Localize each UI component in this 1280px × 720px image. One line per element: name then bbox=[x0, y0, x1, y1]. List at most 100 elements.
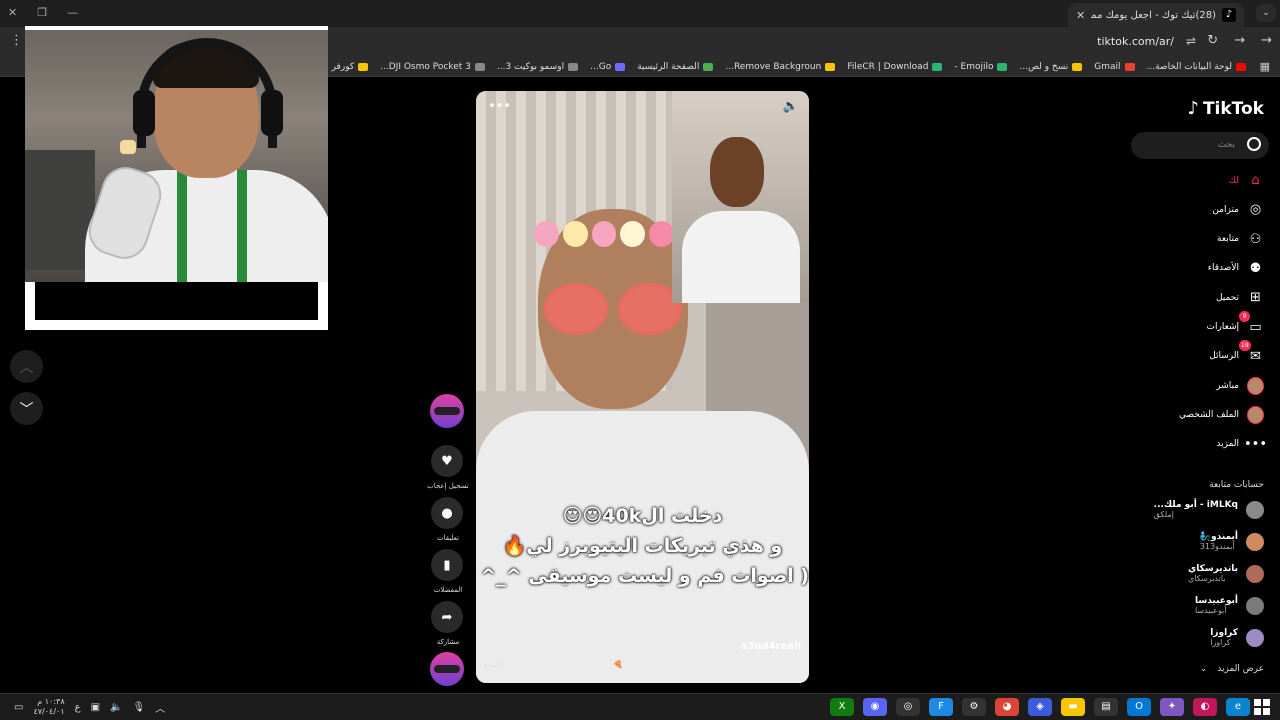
avatar bbox=[1246, 596, 1264, 615]
sidebar-item-upload[interactable]: ⊞ تحميل bbox=[1216, 289, 1264, 306]
address-bar[interactable]: tiktok.com/ar/ bbox=[1097, 35, 1174, 48]
share-label: مشاركة bbox=[436, 638, 460, 646]
sidebar-item-compass[interactable]: ◎ متزامن bbox=[1212, 201, 1264, 218]
bookmark-favicon-icon bbox=[1124, 62, 1135, 71]
store-icon[interactable]: ▤ bbox=[1094, 698, 1118, 716]
see-more-button[interactable]: عرض المزيد ⌄ bbox=[1200, 664, 1264, 674]
bookmark-favicon-icon bbox=[568, 62, 579, 71]
close-window-icon[interactable]: ✕ bbox=[8, 6, 17, 19]
video-player[interactable]: ••• 🔈 دخلت ال40k😍😍 و هذي تبريكات اليتيوب… bbox=[476, 91, 809, 683]
outlook-icon[interactable]: O bbox=[1127, 698, 1151, 716]
previous-video-button[interactable]: ︿ bbox=[10, 350, 43, 383]
volume-icon[interactable]: 🔈 bbox=[110, 702, 122, 713]
sidebar-item-inbox[interactable]: ▭ 9 إشعارات bbox=[1207, 310, 1264, 336]
obs-icon[interactable]: ◎ bbox=[896, 698, 920, 716]
browser-tab-bar: ✕ ❐ — + ♪ (28)تيك توك - اجعل يومك مميزا!… bbox=[0, 0, 1280, 27]
tray-chevron-icon[interactable]: ︿ bbox=[155, 700, 165, 715]
sidebar-item-live[interactable]: مباشر bbox=[1216, 376, 1264, 395]
description-more-link[interactable]: المزيد bbox=[483, 660, 503, 669]
following-account[interactable]: باتديرسكاي باتديرسكاي bbox=[1188, 564, 1264, 583]
sidebar-item-user-plus[interactable]: ⚇ متابعة bbox=[1217, 231, 1264, 248]
forward-icon[interactable]: → bbox=[1234, 33, 1245, 48]
sidebar-item-friends[interactable]: ⚉ الأصدقاء bbox=[1208, 260, 1264, 277]
sidebar-item-home[interactable]: ⌂ لك bbox=[1229, 172, 1264, 189]
search-icon[interactable] bbox=[1247, 137, 1261, 151]
settings-icon[interactable]: ⚙ bbox=[962, 698, 986, 716]
account-names: أبوعبيدسا أبوعبيدسا bbox=[1195, 596, 1238, 615]
video-author[interactable]: s3ud4reall bbox=[742, 641, 801, 652]
file-icon[interactable]: F bbox=[929, 698, 953, 716]
bookmark-item[interactable]: Go... bbox=[590, 62, 626, 72]
video-options-icon[interactable]: ••• bbox=[488, 99, 511, 114]
share-button[interactable]: ➦ bbox=[431, 601, 463, 633]
tab-search-button[interactable]: ⌄ bbox=[1256, 4, 1276, 22]
app2-icon[interactable]: ◐ bbox=[1193, 698, 1217, 716]
search-input[interactable]: بحث bbox=[1131, 132, 1269, 159]
tiktok-favicon-icon: ♪ bbox=[1222, 8, 1236, 22]
close-tab-icon[interactable]: ✕ bbox=[1076, 9, 1085, 22]
bookmark-item[interactable]: نسخ و لص... bbox=[1019, 62, 1083, 72]
edge-icon[interactable]: e bbox=[1226, 698, 1250, 716]
save-label: المفضلات bbox=[433, 586, 463, 594]
bookmark-favicon-icon bbox=[703, 62, 714, 71]
bookmark-label: الصفحة الرئيسية bbox=[637, 61, 700, 72]
chevron-down-icon: ⌄ bbox=[1199, 664, 1208, 674]
sidebar-item-profile[interactable]: الملف الشخصي bbox=[1179, 405, 1264, 424]
following-account[interactable]: كراوزا كراوزا bbox=[1210, 628, 1264, 647]
bookmark-item[interactable]: الصفحة الرئيسية bbox=[637, 61, 714, 72]
bookmark-item[interactable]: لوحة البيانات الخاصة... bbox=[1147, 62, 1246, 72]
bookmark-label: Remove Backgroun... bbox=[725, 61, 822, 72]
account-name: أيمندو🧞‍♂️ bbox=[1199, 532, 1238, 542]
microphone-icon[interactable]: 🎙 bbox=[133, 702, 146, 713]
bookmark-item[interactable]: DJI Osmo Pocket 3... bbox=[380, 62, 485, 72]
reload-icon[interactable]: ↻ bbox=[1207, 33, 1218, 48]
clock[interactable]: ١٠:٣٨ م ٤٧/٠٤/٠١ bbox=[33, 697, 64, 717]
start-button[interactable] bbox=[1254, 699, 1270, 715]
bookmark-item[interactable]: FileCR | Download bbox=[847, 62, 943, 72]
browser-tab[interactable]: ♪ (28)تيك توك - اجعل يومك مميزا! ✕ bbox=[1068, 3, 1244, 27]
following-account[interactable]: أيمندو🧞‍♂️ أيمندو313 bbox=[1200, 532, 1264, 551]
sidebar-item-label: لك bbox=[1228, 175, 1239, 186]
music-disc-avatar[interactable] bbox=[430, 652, 464, 686]
volume-icon[interactable]: 🔈 bbox=[783, 99, 799, 114]
sidebar-item-label: المزيد bbox=[1216, 439, 1239, 450]
see-more-label: عرض المزيد bbox=[1217, 664, 1264, 674]
account-names: باتديرسكاي باتديرسكاي bbox=[1188, 564, 1238, 583]
app-icon[interactable]: ◈ bbox=[1028, 698, 1052, 716]
avatar bbox=[1246, 532, 1264, 551]
save-button[interactable]: ▮ bbox=[431, 549, 463, 581]
like-button[interactable]: ♥ bbox=[431, 445, 463, 477]
next-video-button[interactable]: ﹀ bbox=[10, 392, 43, 425]
back-icon[interactable]: → bbox=[1261, 33, 1272, 48]
copilot-icon[interactable]: ✦ bbox=[1160, 698, 1184, 716]
windows-taskbar: ▭ ١٠:٣٨ م ٤٧/٠٤/٠١ ع ▣ 🔈 🎙 ︿ X ◉ ◎ F ⚙ ◕… bbox=[0, 693, 1280, 720]
file-explorer-icon[interactable]: ▬ bbox=[1061, 698, 1085, 716]
bookmark-item[interactable]: اوسمو بوكيت 3... bbox=[497, 62, 579, 72]
sidebar-item-label: الملف الشخصي bbox=[1179, 409, 1239, 420]
bookmark-favicon-icon bbox=[997, 62, 1008, 71]
sidebar-item-messages[interactable]: ✉ 19 الرسائل bbox=[1209, 339, 1264, 365]
discord-icon[interactable]: ◉ bbox=[863, 698, 887, 716]
tiktok-logo[interactable]: ♪ TikTok bbox=[1187, 98, 1264, 119]
notification-icon[interactable]: ▭ bbox=[14, 702, 23, 713]
bookmark-item[interactable]: كورفر bbox=[332, 62, 369, 72]
bookmark-item[interactable]: Emojilo - bbox=[954, 62, 1008, 72]
comment-button[interactable]: ● bbox=[431, 497, 463, 529]
following-account[interactable]: iMLKq - أبو ملك... إملكق bbox=[1154, 500, 1264, 519]
chrome-icon[interactable]: ◕ bbox=[995, 698, 1019, 716]
search-placeholder: بحث bbox=[1217, 140, 1235, 150]
sidebar-item-more[interactable]: ••• المزيد bbox=[1216, 436, 1267, 453]
restore-window-icon[interactable]: ❐ bbox=[37, 6, 47, 19]
browser-menu-icon[interactable]: ⋮ bbox=[10, 33, 23, 48]
creator-avatar[interactable] bbox=[430, 394, 464, 428]
following-account[interactable]: أبوعبيدسا أبوعبيدسا bbox=[1195, 596, 1264, 615]
bookmark-item[interactable]: Gmail bbox=[1094, 62, 1135, 72]
xbox-icon[interactable]: X bbox=[830, 698, 854, 716]
network-icon[interactable]: ▣ bbox=[91, 702, 100, 713]
bookmark-item[interactable]: Remove Backgroun... bbox=[725, 61, 836, 72]
input-language[interactable]: ع bbox=[75, 702, 81, 713]
logo-text: TikTok bbox=[1202, 98, 1264, 119]
site-settings-icon[interactable]: ⇌ bbox=[1186, 34, 1196, 48]
apps-grid-icon[interactable]: ▦ bbox=[1260, 60, 1270, 73]
minimize-window-icon[interactable]: — bbox=[67, 6, 78, 19]
